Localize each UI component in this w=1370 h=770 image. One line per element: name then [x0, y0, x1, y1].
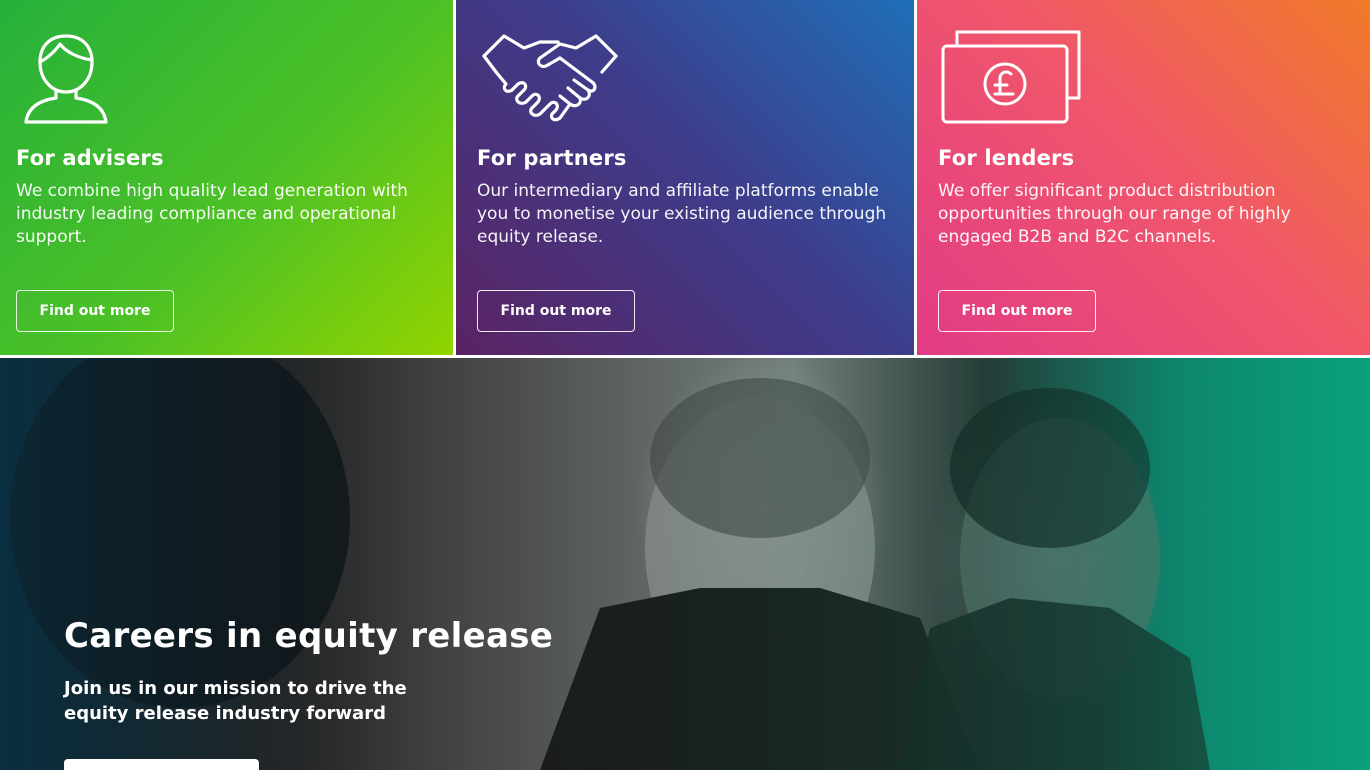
find-out-more-button[interactable]: Find out more: [477, 290, 635, 332]
card-partners: For partners Our intermediary and affili…: [456, 0, 914, 355]
card-advisers: For advisers We combine high quality lea…: [0, 0, 453, 355]
find-out-more-button[interactable]: Find out more: [16, 290, 174, 332]
card-text: We offer significant product distributio…: [938, 181, 1291, 247]
hero-title: Careers in equity release: [64, 616, 554, 656]
hero-subtitle: Join us in our mission to drive the equi…: [64, 678, 407, 724]
card-title: For lenders: [938, 146, 1075, 170]
find-out-more-button[interactable]: Find out more: [938, 290, 1096, 332]
card-text: Our intermediary and affiliate platforms…: [477, 181, 887, 247]
person-icon: [20, 28, 112, 128]
card-lenders: For lenders We offer significant product…: [917, 0, 1370, 355]
audience-cards: For advisers We combine high quality lea…: [0, 0, 1370, 355]
careers-button[interactable]: [64, 759, 259, 770]
careers-hero: Careers in equity release Join us in our…: [0, 358, 1370, 770]
card-title: For advisers: [16, 146, 164, 170]
banknote-pound-icon: [941, 28, 1083, 130]
card-title: For partners: [477, 146, 627, 170]
handshake-icon: [480, 28, 620, 128]
card-text: We combine high quality lead generation …: [16, 181, 408, 247]
